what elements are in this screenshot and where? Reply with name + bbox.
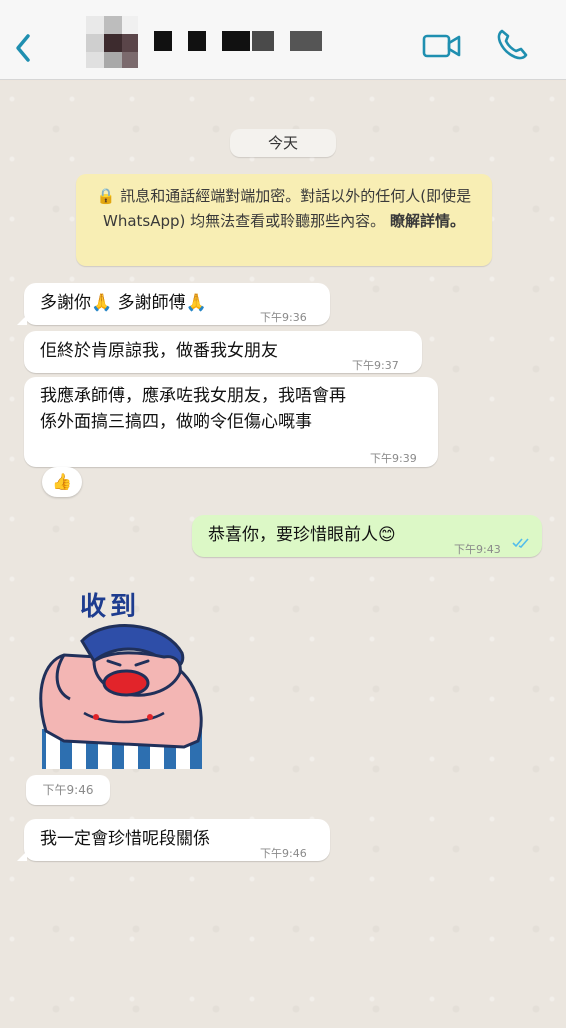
message-text: 我一定會珍惜呢段關係	[40, 829, 210, 849]
phone-call-icon[interactable]	[494, 27, 530, 63]
message-time: 下午9:39	[370, 452, 417, 465]
message-bubble-outgoing[interactable]: 恭喜你，要珍惜眼前人😊 下午9:43	[192, 515, 542, 557]
learn-more-link[interactable]: 瞭解詳情。	[390, 212, 465, 230]
message-time: 下午9:43	[454, 543, 501, 556]
thumbs-up-reaction[interactable]: 👍	[42, 467, 82, 497]
message-bubble-incoming[interactable]: 多謝你🙏 多謝師傅🙏 下午9:36	[17, 283, 330, 325]
sticker-caption: 收到	[80, 592, 141, 622]
chat-area[interactable]: 今天 🔒 訊息和通話經端對端加密。對話以外的任何人(即使是 WhatsApp) …	[0, 81, 566, 1028]
sticker-image[interactable]	[24, 621, 208, 771]
read-receipt-icon	[512, 538, 529, 548]
message-time: 下午9:46	[26, 775, 110, 805]
date-divider: 今天	[230, 129, 336, 157]
message-text: 多謝你🙏 多謝師傅🙏	[40, 293, 207, 313]
message-time: 下午9:36	[260, 311, 307, 324]
message-text: 佢終於肯原諒我，做番我女朋友	[40, 341, 278, 361]
encryption-notice[interactable]: 🔒 訊息和通話經端對端加密。對話以外的任何人(即使是 WhatsApp) 均無法…	[76, 174, 492, 266]
chat-header	[0, 0, 566, 80]
message-text-line-2: 係外面搞三搞四，做啲令佢傷心嘅事	[40, 412, 312, 432]
lock-icon: 🔒	[96, 187, 116, 205]
message-time: 下午9:37	[352, 359, 399, 372]
message-text: 恭喜你，要珍惜眼前人😊	[208, 525, 396, 545]
message-text-line-1: 我應承師傅，應承咗我女朋友，我唔會再	[40, 386, 346, 406]
chevron-left-icon[interactable]	[10, 28, 38, 68]
message-time: 下午9:46	[260, 847, 307, 860]
message-bubble-incoming[interactable]: 佢終於肯原諒我，做番我女朋友 下午9:37	[24, 331, 422, 373]
message-bubble-incoming[interactable]: 我一定會珍惜呢段關係 下午9:46	[17, 819, 330, 861]
video-call-icon[interactable]	[422, 30, 462, 62]
avatar[interactable]	[86, 16, 138, 68]
message-bubble-incoming[interactable]: 我應承師傅，應承咗我女朋友，我唔會再 係外面搞三搞四，做啲令佢傷心嘅事 下午9:…	[24, 377, 438, 467]
